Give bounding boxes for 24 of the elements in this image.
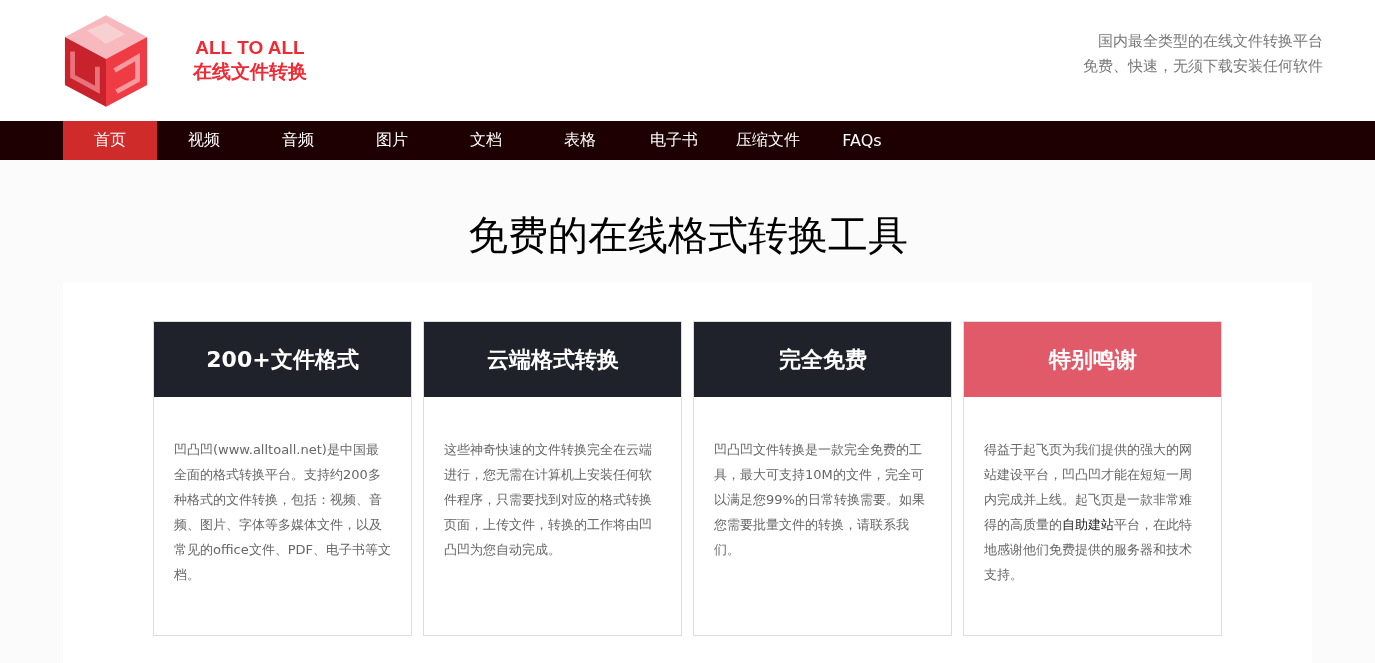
brand-subtitle: 在线文件转换 xyxy=(193,58,307,84)
card-text: 得益于起飞页为我们提供的强大的网站建设平台，凹凸凹才能在短短一周内完成并上线。起飞页是一款非常难得的高质量的自助建站平台，在此特地感谢他们免费提供的服务器和技术支持。 xyxy=(983,441,1193,584)
nav-tab[interactable]: 电子书 xyxy=(627,121,721,160)
nav-tab[interactable]: 图片 xyxy=(345,121,439,160)
nav-tab[interactable]: 压缩文件 xyxy=(721,121,815,160)
slogan-text: 国内最全类型的在线文件转换平台 xyxy=(1097,30,1323,52)
page-heading: 免费的在线格式转换工具 xyxy=(467,211,908,260)
nav-tab[interactable]: 表格 xyxy=(533,121,627,160)
card-text: 凹凸凹文件转换是一款完全免费的工具，最大可支持10M的文件，完全可以满足您99%的日常转换需要。如果您需要批量文件的转换，请联系我们。 xyxy=(713,441,926,559)
card-header: 完全免费 xyxy=(694,322,951,397)
nav-tab[interactable]: 首页 xyxy=(63,121,157,160)
nav-tab[interactable]: 音频 xyxy=(251,121,345,160)
card-header: 云端格式转换 xyxy=(424,322,681,397)
site-builder-link[interactable]: 自助建站 xyxy=(1062,517,1114,532)
card-text: 这些神奇快速的文件转换完全在云端进行，您无需在计算机上安装任何软件程序，只需要找到对应的格式转换页面，上传文件，转换的工作将由凹凸凹为您自动完成。 xyxy=(443,441,653,559)
card-header: 200+文件格式 xyxy=(154,322,411,397)
slogan-text: 免费、快速，无须下载安装任何软件 xyxy=(1083,55,1323,77)
card-header: 特别鸣谢 xyxy=(964,322,1221,397)
nav-tab[interactable]: 视频 xyxy=(157,121,251,160)
cube-logo-icon xyxy=(63,12,149,109)
nav-tab[interactable]: 文档 xyxy=(439,121,533,160)
card-text: 凹凸凹(www.alltoall.net)是中国最全面的格式转换平台。支持约200多种格式的文件转换，包括：视频、音频、图片、字体等多媒体文件，以及常见的office文件、PDF、电子书等文档。 xyxy=(173,441,392,584)
brand-name: ALL TO ALL xyxy=(194,36,306,59)
nav-tab[interactable]: FAQs xyxy=(815,121,909,160)
